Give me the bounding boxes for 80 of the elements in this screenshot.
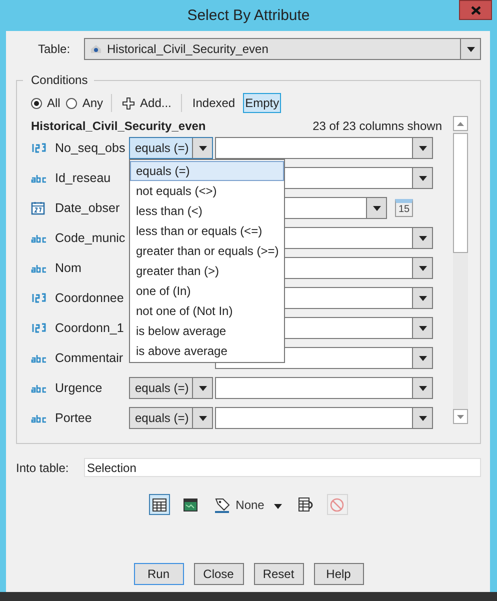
menu-item[interactable]: not equals (<>) <box>130 181 284 201</box>
no-selection-icon <box>330 498 344 512</box>
caret-icon <box>418 296 426 300</box>
menu-item[interactable]: greater than or equals (>=) <box>130 241 284 261</box>
layer-name: Historical_Civil_Security_even <box>31 119 206 133</box>
caret-icon <box>198 416 206 420</box>
field-name: Portee <box>55 411 93 425</box>
field-name: Date_obser <box>55 201 121 215</box>
text-type-icon <box>31 234 49 242</box>
report-icon <box>298 497 314 512</box>
close-icon <box>470 6 480 14</box>
field-name: Code_munic <box>55 231 126 245</box>
dialog-button[interactable]: Run <box>134 563 184 585</box>
menu-item[interactable]: not one of (Not In) <box>130 301 284 321</box>
layer-icon <box>91 45 101 53</box>
caret-icon <box>466 46 474 52</box>
field-name: Nom <box>55 261 82 275</box>
toolbar-button[interactable] <box>148 494 170 515</box>
map-window-icon <box>182 498 198 512</box>
text-type-icon <box>31 384 49 392</box>
plus-icon <box>122 96 136 110</box>
caret-icon <box>418 266 426 270</box>
toolbar-button[interactable]: None <box>210 494 286 515</box>
text-type-icon <box>31 264 49 272</box>
menu-item[interactable]: greater than (>) <box>130 261 284 281</box>
caret-icon <box>418 176 426 180</box>
caret-icon <box>418 386 426 390</box>
caret-icon <box>418 356 426 360</box>
table-label: Table: <box>37 42 72 56</box>
scroll-up-icon <box>457 122 464 126</box>
value-field[interactable] <box>215 377 433 399</box>
menu-item[interactable]: is below average <box>130 321 284 341</box>
text-type-icon <box>31 414 49 422</box>
menu-item[interactable]: less than or equals (<=) <box>130 221 284 241</box>
into-table-field[interactable]: Selection <box>84 458 481 477</box>
dialog-button[interactable]: Help <box>314 563 364 585</box>
value-field[interactable] <box>215 407 433 429</box>
caret-icon <box>198 386 206 390</box>
table-icon <box>152 498 167 512</box>
filter-toggle[interactable]: Indexed <box>190 93 238 113</box>
calendar-icon <box>31 201 45 215</box>
operator-dropdown[interactable]: equals (=) <box>129 137 213 159</box>
menu-item[interactable]: is above average <box>130 341 284 361</box>
scroll-down-icon <box>457 414 464 418</box>
text-type-icon <box>31 354 49 362</box>
window-title: Select By Attribute <box>187 7 310 24</box>
group-title: Conditions <box>23 73 94 87</box>
operator-dropdown[interactable]: equals (=) <box>129 377 213 399</box>
radio-option[interactable]: All <box>31 96 60 110</box>
field-name: Commentair <box>55 351 124 365</box>
columns-count: 23 of 23 columns shown <box>312 119 442 133</box>
field-name: Id_reseau <box>55 171 112 185</box>
field-name: Coordonn_1 <box>55 321 125 335</box>
menu-item[interactable]: equals (=) <box>130 161 284 181</box>
date-picker-button[interactable]: 15 <box>395 199 413 217</box>
field-name: Urgence <box>55 381 104 395</box>
caret-icon <box>418 146 426 150</box>
operator-dropdown[interactable]: equals (=) <box>129 407 213 429</box>
add-button[interactable]: Add... <box>120 93 174 113</box>
text-type-icon <box>31 174 49 182</box>
dialog-button[interactable]: Reset <box>254 563 304 585</box>
radio-option[interactable]: Any <box>66 96 104 110</box>
scrollbar[interactable] <box>453 116 468 424</box>
field-name: Coordonnee <box>55 291 125 305</box>
value-field[interactable] <box>215 137 433 159</box>
into-table-label: Into table: <box>16 460 70 474</box>
filter-toggle[interactable]: Empty <box>243 93 282 113</box>
caret-icon <box>274 504 282 508</box>
caret-icon <box>198 146 206 150</box>
table-dropdown[interactable]: Historical_Civil_Security_even <box>84 38 481 60</box>
caret-icon <box>372 206 380 210</box>
menu-item[interactable]: one of (In) <box>130 281 284 301</box>
caret-icon <box>418 416 426 420</box>
dialog-button[interactable]: Close <box>194 563 244 585</box>
caret-icon <box>418 326 426 330</box>
caret-icon <box>418 236 426 240</box>
tag-icon <box>214 496 232 512</box>
close-button[interactable] <box>459 0 492 20</box>
field-name: No_seq_obs <box>55 141 126 155</box>
menu-item[interactable]: less than (<) <box>130 201 284 221</box>
